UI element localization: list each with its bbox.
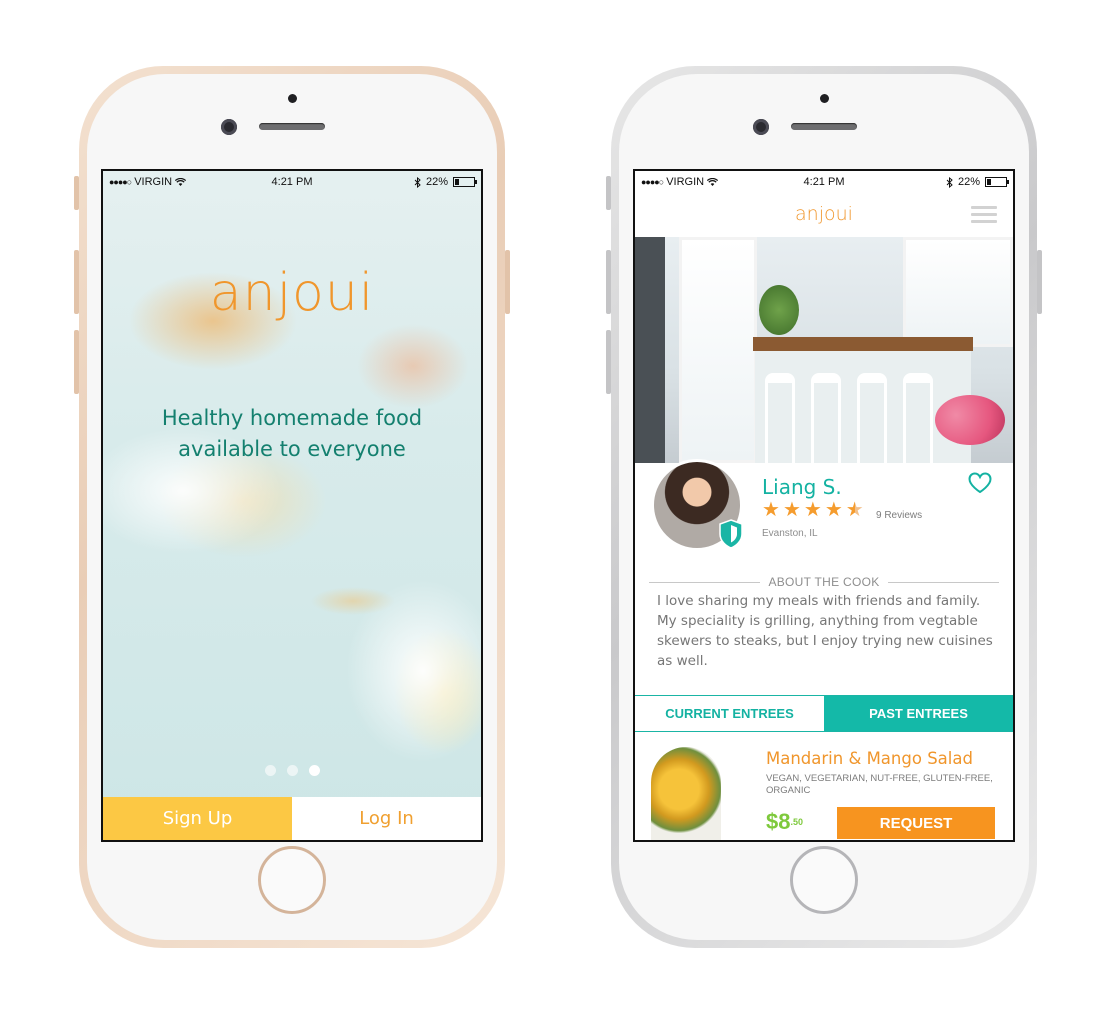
shield-icon: [719, 519, 743, 549]
log-in-button[interactable]: Log In: [292, 797, 481, 840]
status-time: 4:21 PM: [271, 176, 313, 188]
page-dot[interactable]: [286, 765, 298, 776]
battery-fill: [987, 179, 991, 185]
tagline: Healthy homemade food available to every…: [123, 403, 461, 465]
half-star-icon: ★: [845, 499, 864, 521]
salad-photo[interactable]: [651, 747, 721, 840]
home-button[interactable]: [790, 846, 858, 914]
volume-up-button: [74, 250, 79, 314]
star-rating: ★ ★ ★ ★ ★: [762, 500, 864, 520]
front-camera-icon: [753, 119, 769, 135]
divider: [649, 581, 761, 583]
power-button: [505, 250, 510, 314]
price-dollars: $8: [766, 809, 791, 834]
entree-price: $8.50: [766, 811, 803, 833]
phone-left: ●●●●○ VIRGIN 4:21 PM 22% anjoui Healthy …: [74, 66, 510, 948]
kitchen-photo: [635, 237, 1013, 463]
proximity-sensor: [288, 94, 297, 103]
earpiece-speaker: [791, 123, 857, 130]
page-indicator: [103, 765, 481, 776]
volume-down-button: [74, 330, 79, 394]
battery-icon: [985, 177, 1009, 187]
splash-screen: ●●●●○ VIRGIN 4:21 PM 22% anjoui Healthy …: [101, 169, 483, 842]
cook-profile: Liang S. ★ ★ ★ ★ ★ 9 Reviews Evanston, I…: [635, 459, 1013, 563]
star-icon: ★: [762, 499, 780, 521]
heart-icon[interactable]: [967, 471, 993, 495]
status-bar: ●●●●○ VIRGIN 4:21 PM 22%: [103, 171, 481, 193]
star-icon: ★: [782, 499, 801, 521]
bar-stool: [765, 373, 795, 463]
cook-location: Evanston, IL: [762, 528, 818, 539]
about-heading-text: ABOUT THE COOK: [768, 575, 880, 589]
auth-buttons: Sign Up Log In: [103, 797, 481, 840]
cook-profile-screen: ●●●●○ VIRGIN 4:21 PM 22% anjoui Liang S.…: [633, 169, 1015, 842]
about-text: I love sharing my meals with friends and…: [657, 593, 993, 669]
tab-past-entrees[interactable]: PAST ENTREES: [824, 696, 1013, 731]
status-time: 4:21 PM: [803, 176, 845, 188]
tab-current-entrees[interactable]: CURRENT ENTREES: [635, 696, 824, 731]
about-heading: ABOUT THE COOK: [649, 575, 999, 589]
home-button[interactable]: [258, 846, 326, 914]
battery-icon: [453, 177, 477, 187]
app-logo: anjoui: [209, 263, 375, 323]
tagline-line-2: available to everyone: [178, 437, 406, 461]
entree-tabs: CURRENT ENTREES PAST ENTREES: [635, 695, 1013, 732]
front-camera-icon: [221, 119, 237, 135]
kitchen-wall: [635, 237, 665, 463]
app-logo[interactable]: anjoui: [635, 203, 1013, 225]
mute-switch: [74, 176, 79, 210]
divider: [887, 581, 999, 583]
price-cents: .50: [790, 817, 803, 827]
app-showcase: ●●●●○ VIRGIN 4:21 PM 22% anjoui Healthy …: [0, 0, 1117, 1011]
star-icon: ★: [824, 499, 843, 521]
power-button: [1037, 250, 1042, 314]
entree-card: Mandarin & Mango Salad VEGAN, VEGETARIAN…: [635, 733, 1013, 840]
status-bar: ●●●●○ VIRGIN 4:21 PM 22%: [635, 171, 1013, 193]
request-button[interactable]: REQUEST: [837, 807, 995, 839]
page-dot-active[interactable]: [308, 765, 320, 776]
mute-switch: [606, 176, 611, 210]
entree-tags: VEGAN, VEGETARIAN, NUT-FREE, GLUTEN-FREE…: [766, 773, 993, 796]
kitchen-counter: [753, 337, 973, 351]
review-count[interactable]: 9 Reviews: [876, 510, 922, 521]
volume-down-button: [606, 330, 611, 394]
tagline-line-1: Healthy homemade food: [161, 406, 423, 430]
hamburger-menu-icon[interactable]: [971, 206, 997, 223]
earpiece-speaker: [259, 123, 325, 130]
bar-stool: [811, 373, 841, 463]
pink-roses: [935, 395, 1005, 445]
sign-up-button[interactable]: Sign Up: [103, 797, 292, 840]
proximity-sensor: [820, 94, 829, 103]
star-icon: ★: [803, 499, 822, 521]
kitchen-window: [903, 237, 1013, 347]
phone-right: ●●●●○ VIRGIN 4:21 PM 22% anjoui Liang S.…: [606, 66, 1042, 948]
bar-stool: [903, 373, 933, 463]
app-header: anjoui: [635, 193, 1013, 237]
bar-stool: [857, 373, 887, 463]
cook-name[interactable]: Liang S.: [762, 475, 842, 499]
kitchen-door: [679, 237, 757, 463]
entree-title[interactable]: Mandarin & Mango Salad: [766, 749, 973, 768]
battery-fill: [455, 179, 459, 185]
plant: [759, 285, 799, 335]
page-dot[interactable]: [264, 765, 276, 776]
volume-up-button: [606, 250, 611, 314]
